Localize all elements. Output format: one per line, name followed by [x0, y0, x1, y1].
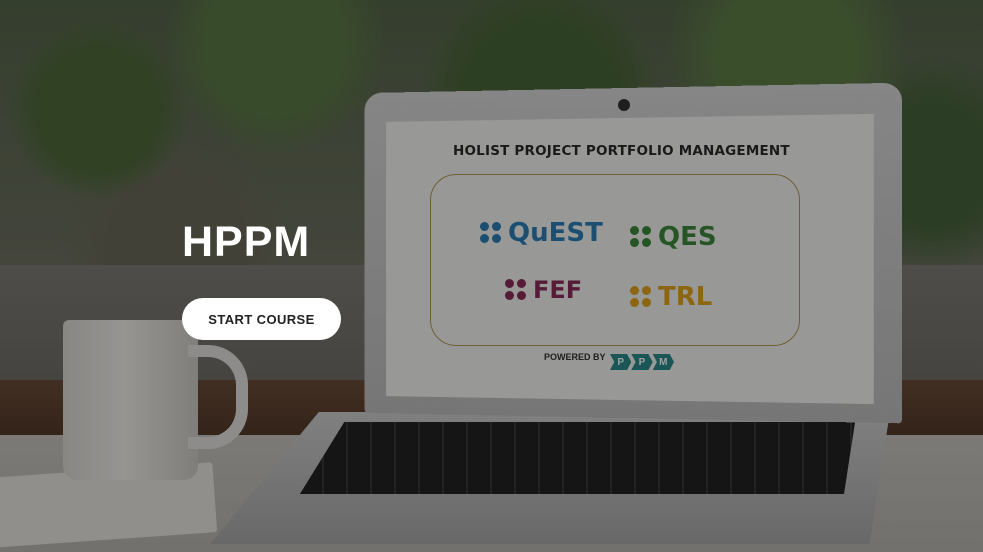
course-title: HPPM: [182, 218, 311, 266]
background-photo: HOLIST PROJECT PORTFOLIO MANAGEMENT QuES…: [0, 0, 983, 552]
start-course-button[interactable]: START COURSE: [182, 298, 341, 340]
dark-overlay: [0, 0, 983, 552]
